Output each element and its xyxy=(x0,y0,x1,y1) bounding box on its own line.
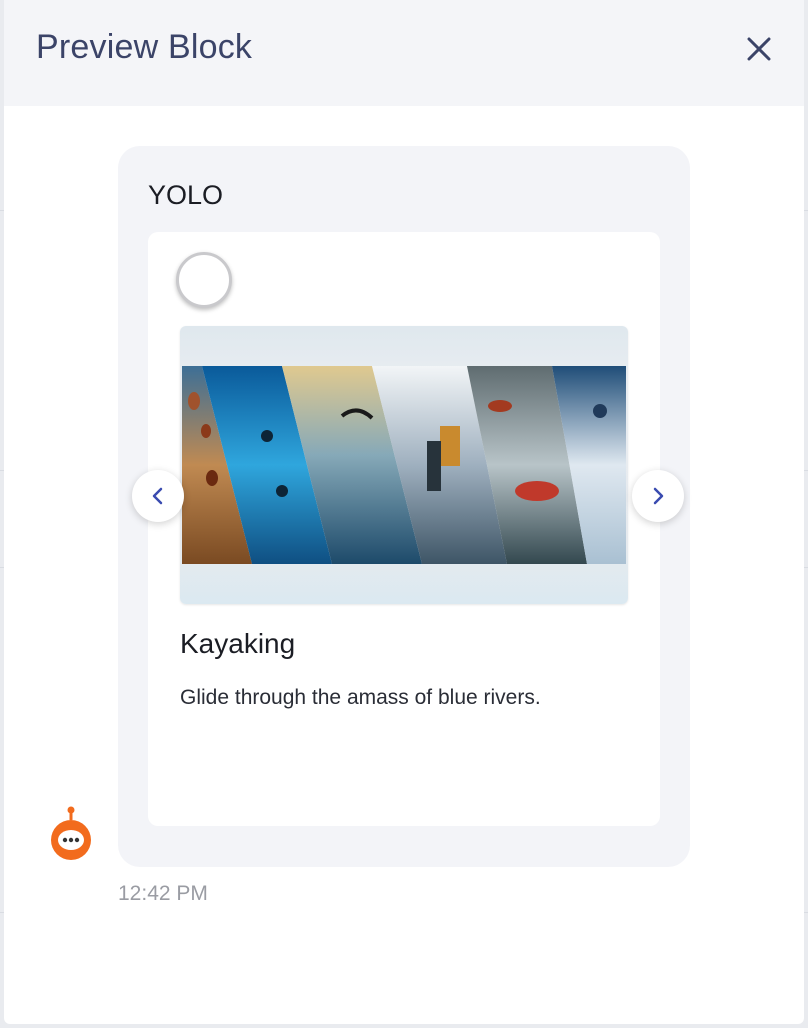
card-heading: Kayaking xyxy=(180,628,296,659)
message-timestamp: 12:42 PM xyxy=(118,882,208,905)
message-bubble: YOLO Kayaking Glide through the amass of… xyxy=(118,146,690,867)
adventure-collage-image xyxy=(182,366,626,564)
chevron-right-icon xyxy=(653,487,664,505)
card-description: Glide through the amass of blue rivers. xyxy=(180,686,541,709)
close-button[interactable] xyxy=(744,34,774,64)
modal-title: Preview Block xyxy=(36,28,253,66)
preview-modal: Preview Block YOLO Kayaking Glide throug… xyxy=(4,0,804,1024)
carousel-prev-button[interactable] xyxy=(132,470,184,522)
carousel-card: Kayaking Glide through the amass of blue… xyxy=(148,232,660,826)
carousel-image-frame xyxy=(180,326,628,604)
modal-header: Preview Block xyxy=(4,0,804,106)
bot-avatar-icon xyxy=(51,806,91,860)
close-icon xyxy=(747,37,771,61)
message-title: YOLO xyxy=(148,180,224,210)
carousel-next-button[interactable] xyxy=(632,470,684,522)
chevron-left-icon xyxy=(152,487,163,505)
card-select-radio[interactable] xyxy=(176,252,232,308)
